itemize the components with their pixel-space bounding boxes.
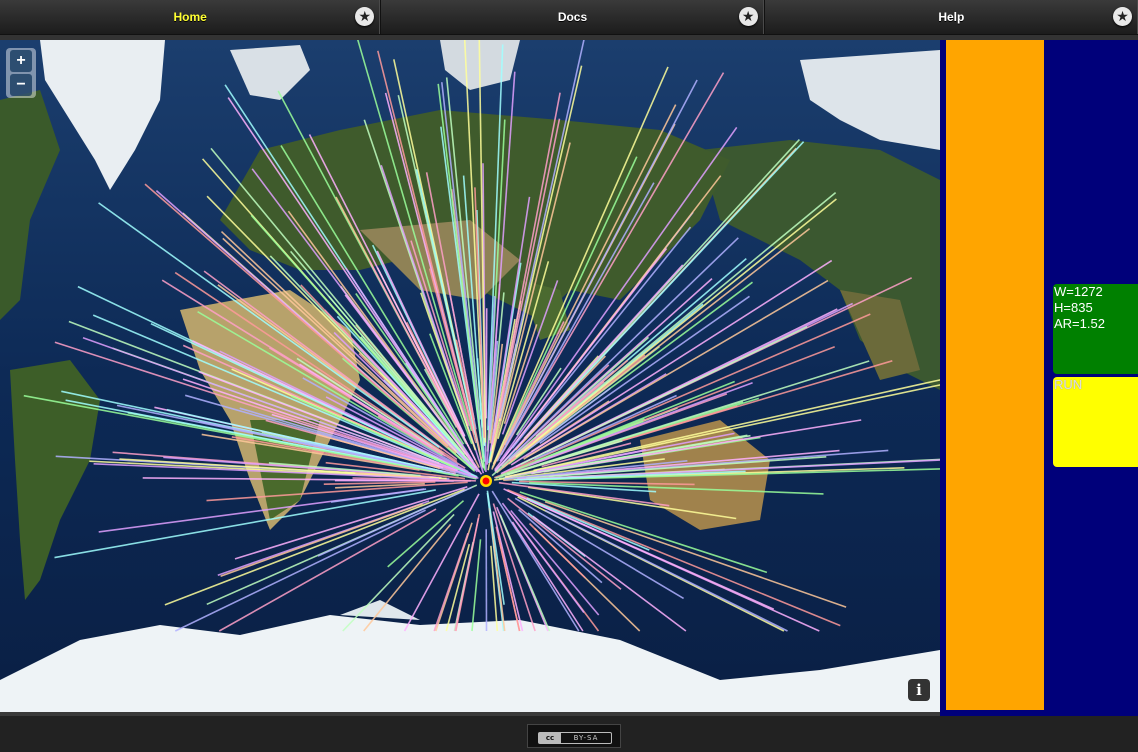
aspect-ratio-stat: AR=1.52 [1054, 316, 1105, 331]
orange-bar [946, 40, 1044, 710]
tab-docs-label: Docs [557, 10, 588, 24]
width-stat: W=1272 [1054, 284, 1103, 299]
zoom-in-button[interactable]: + [10, 50, 32, 72]
run-label: RUN [1054, 377, 1083, 392]
cc-license-icon: cc BY-SA [538, 732, 612, 744]
tab-docs[interactable]: Docs ★ [381, 0, 765, 34]
map-imagery [0, 40, 940, 712]
tab-home[interactable]: Home ★ [0, 0, 382, 34]
license-text: BY-SA [573, 734, 599, 742]
star-icon[interactable]: ★ [738, 7, 758, 26]
zoom-out-button[interactable]: − [10, 74, 32, 96]
world-map[interactable]: + − i [0, 40, 940, 712]
tab-help[interactable]: Help ★ [765, 0, 1138, 34]
top-nav: Home ★ Docs ★ Help ★ [0, 0, 1138, 35]
star-icon[interactable]: ★ [355, 7, 375, 26]
run-button[interactable]: RUN [1053, 377, 1138, 467]
star-icon[interactable]: ★ [1113, 7, 1132, 26]
side-panel: W=1272 H=835 AR=1.52 RUN [940, 40, 1138, 716]
license-badge[interactable]: cc BY-SA [527, 724, 621, 748]
info-button[interactable]: i [908, 679, 930, 701]
tab-help-label: Help [938, 10, 965, 24]
height-stat: H=835 [1054, 300, 1093, 315]
cc-icon: cc [539, 733, 561, 743]
zoom-control: + − [6, 48, 36, 98]
tab-home-label: Home [173, 10, 207, 24]
footer: cc BY-SA [0, 716, 1138, 752]
stats-box: W=1272 H=835 AR=1.52 [1053, 284, 1138, 374]
